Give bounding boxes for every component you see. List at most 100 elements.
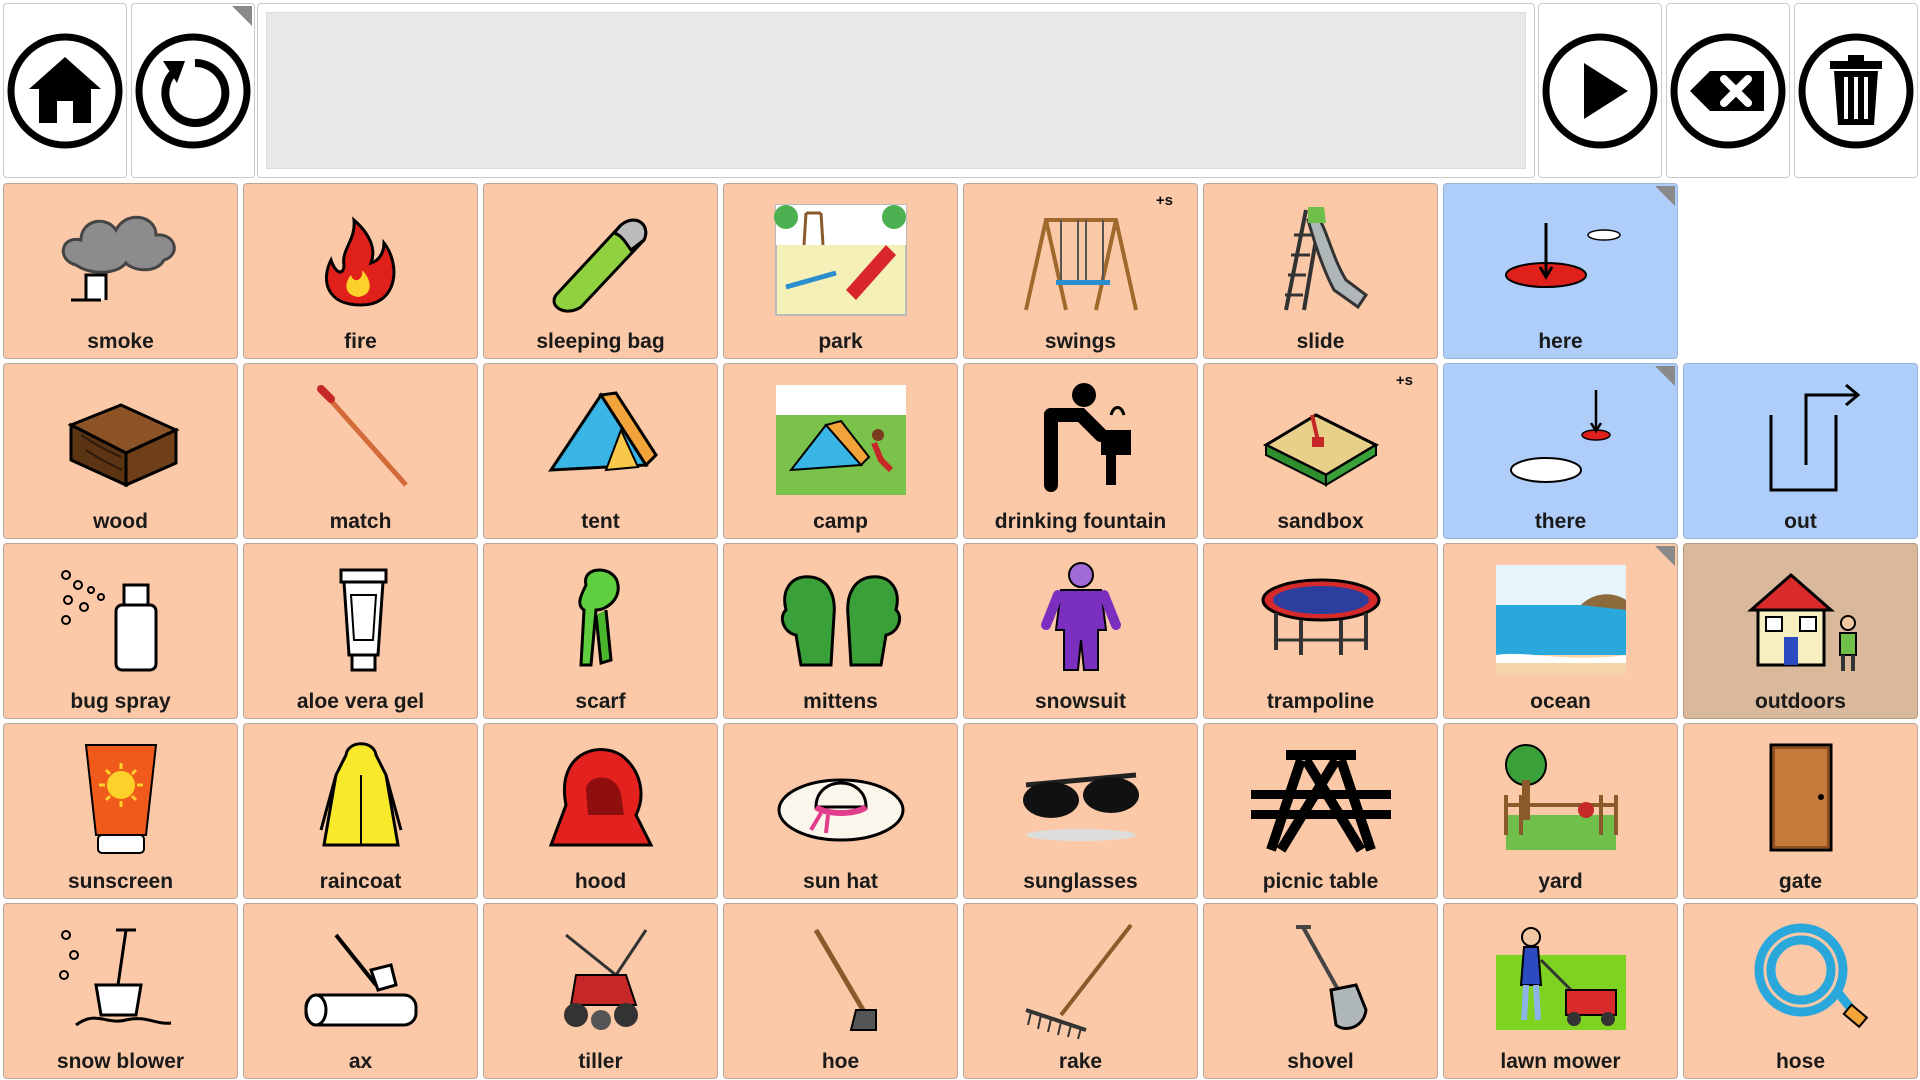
tile-scarf[interactable]: scarf xyxy=(483,543,718,719)
yard-icon xyxy=(1503,744,1618,850)
tile-ax[interactable]: ax xyxy=(243,903,478,1079)
here-icon xyxy=(1504,223,1621,288)
tile-snow-blower[interactable]: snow blower xyxy=(3,903,238,1079)
picnic-table-icon xyxy=(1250,750,1391,853)
trash-icon xyxy=(1798,33,1914,148)
tile-fire[interactable]: fire xyxy=(243,183,478,359)
tile-label: trampoline xyxy=(1266,690,1375,713)
tile-tent[interactable]: tent xyxy=(483,363,718,539)
tile-label: rake xyxy=(1058,1050,1103,1073)
tile-rake[interactable]: rake xyxy=(963,903,1198,1079)
tile-label: fire xyxy=(344,330,377,353)
backspace-icon xyxy=(1670,33,1786,148)
match-icon xyxy=(316,385,408,487)
tile-picnic-table[interactable]: picnic table xyxy=(1203,723,1438,899)
symbol-grid: smoke fire sleeping bag park +s swings slide he… xyxy=(3,183,1918,1079)
tile-label: slide xyxy=(1296,330,1345,353)
hood-icon xyxy=(548,747,653,847)
tile-label: wood xyxy=(93,510,148,533)
backspace-button[interactable] xyxy=(1666,3,1790,178)
clear-button[interactable] xyxy=(1794,3,1918,178)
tile-tiller[interactable]: tiller xyxy=(483,903,718,1079)
tile-sunglasses[interactable]: sunglasses xyxy=(963,723,1198,899)
drinking-fountain-icon xyxy=(1043,383,1131,492)
tile-ocean[interactable]: ocean xyxy=(1443,543,1678,719)
tile-swings[interactable]: +s swings xyxy=(963,183,1198,359)
tile-lawn-mower[interactable]: lawn mower xyxy=(1443,903,1678,1079)
tile-label: aloe vera gel xyxy=(296,690,425,713)
tile-label: raincoat xyxy=(319,870,402,893)
tile-sandbox[interactable]: +s sandbox xyxy=(1203,363,1438,539)
tile-snowsuit[interactable]: snowsuit xyxy=(963,543,1198,719)
home-icon xyxy=(7,33,123,148)
tile-slide[interactable]: slide xyxy=(1203,183,1438,359)
swings-icon xyxy=(1023,218,1138,311)
hose-icon xyxy=(1754,923,1868,1029)
out-icon xyxy=(1769,383,1860,492)
tile-mittens[interactable]: mittens xyxy=(723,543,958,719)
tile-park[interactable]: park xyxy=(723,183,958,359)
snow-blower-icon xyxy=(58,928,171,1027)
aloe-vera-gel-icon xyxy=(339,568,387,672)
tile-label: out xyxy=(1784,510,1817,533)
tile-label: snowsuit xyxy=(1034,690,1126,713)
tile-outdoors[interactable]: outdoors xyxy=(1683,543,1918,719)
tile-hood[interactable]: hood xyxy=(483,723,718,899)
tile-there[interactable]: there xyxy=(1443,363,1678,539)
raincoat-icon xyxy=(319,742,402,847)
tent-icon xyxy=(547,391,658,472)
tile-hoe[interactable]: hoe xyxy=(723,903,958,1079)
tile-label: camp xyxy=(813,510,868,533)
folder-corner-icon xyxy=(232,6,252,26)
tile-label: tiller xyxy=(578,1050,623,1073)
back-button[interactable] xyxy=(131,3,255,178)
tile-label: here xyxy=(1538,330,1583,353)
tile-sunscreen[interactable]: sunscreen xyxy=(3,723,238,899)
tile-wood[interactable]: wood xyxy=(3,363,238,539)
tile-label: hood xyxy=(574,870,627,893)
tile-raincoat[interactable]: raincoat xyxy=(243,723,478,899)
tile-label: outdoors xyxy=(1755,690,1846,713)
snowsuit-icon xyxy=(1040,562,1121,671)
tile-yard[interactable]: yard xyxy=(1443,723,1678,899)
play-icon xyxy=(1542,33,1658,148)
camp-icon xyxy=(775,385,906,495)
tile-label: picnic table xyxy=(1262,870,1379,893)
tile-label: snow blower xyxy=(56,1050,185,1073)
tile-hose[interactable]: hose xyxy=(1683,903,1918,1079)
tile-aloe-vera-gel[interactable]: aloe vera gel xyxy=(243,543,478,719)
undo-icon xyxy=(135,33,251,148)
tile-label: gate xyxy=(1778,870,1823,893)
tile-label: ocean xyxy=(1530,690,1591,713)
tile-camp[interactable]: camp xyxy=(723,363,958,539)
tile-label: match xyxy=(329,510,392,533)
message-bar-text-area[interactable] xyxy=(266,12,1526,169)
tile-gate[interactable]: gate xyxy=(1683,723,1918,899)
tile-label: sandbox xyxy=(1277,510,1364,533)
tile-label: sleeping bag xyxy=(536,330,665,353)
tile-trampoline[interactable]: trampoline xyxy=(1203,543,1438,719)
tile-smoke[interactable]: smoke xyxy=(3,183,238,359)
tiller-icon xyxy=(563,929,647,1030)
tile-sun-hat[interactable]: sun hat xyxy=(723,723,958,899)
speak-button[interactable] xyxy=(1538,3,1662,178)
sandbox-icon xyxy=(1262,413,1379,487)
tile-label: sunscreen xyxy=(67,870,174,893)
home-button[interactable] xyxy=(3,3,127,178)
tile-label: shovel xyxy=(1287,1050,1354,1073)
tile-label: mittens xyxy=(803,690,878,713)
sunscreen-icon xyxy=(84,744,157,854)
trampoline-icon xyxy=(1261,578,1380,655)
tile-out[interactable]: out xyxy=(1683,363,1918,539)
tile-label: yard xyxy=(1538,870,1583,893)
tile-label: scarf xyxy=(575,690,626,713)
tile-sleeping-bag[interactable]: sleeping bag xyxy=(483,183,718,359)
tile-match[interactable]: match xyxy=(243,363,478,539)
tile-drinking-fountain[interactable]: drinking fountain xyxy=(963,363,1198,539)
message-bar[interactable] xyxy=(257,3,1535,178)
tile-shovel[interactable]: shovel xyxy=(1203,903,1438,1079)
there-icon xyxy=(1509,390,1611,483)
tile-label: bug spray xyxy=(70,690,171,713)
tile-bug-spray[interactable]: bug spray xyxy=(3,543,238,719)
tile-here[interactable]: here xyxy=(1443,183,1678,359)
